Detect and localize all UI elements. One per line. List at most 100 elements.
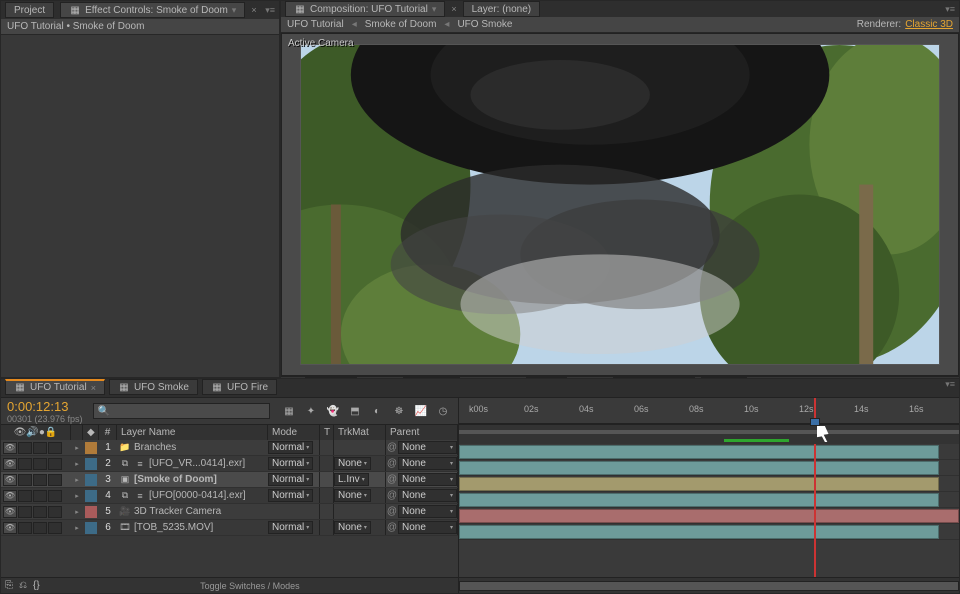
composition-tab[interactable]: ▦ Composition: UFO Tutorial ▾ (285, 1, 445, 17)
parent-dropdown[interactable]: None▾ (398, 473, 457, 486)
layer-bar[interactable] (459, 525, 939, 539)
lock-toggle[interactable] (48, 490, 62, 502)
lock-toggle[interactable] (48, 506, 62, 518)
switches-icon[interactable]: ⎌ (19, 580, 27, 591)
panel-menu-icon[interactable]: ▾≡ (265, 5, 275, 16)
eye-toggle[interactable]: 👁 (3, 442, 17, 454)
trkmat-dropdown[interactable]: None▾ (334, 521, 371, 534)
work-area-bar[interactable] (459, 424, 959, 444)
twirl-icon[interactable]: ▸ (71, 508, 83, 516)
layer-name[interactable]: 🎞[TOB_5235.MOV] (117, 522, 268, 534)
expand-icon[interactable]: ⎘ (5, 580, 13, 591)
layer-bar[interactable] (459, 493, 939, 507)
layer-row[interactable]: 👁▸5🎥3D Tracker Camera@None▾ (1, 504, 458, 520)
breadcrumb-item[interactable]: Smoke of Doom (365, 19, 437, 30)
timeline-tab[interactable]: ▦ UFO Smoke (109, 379, 198, 395)
label-color[interactable] (85, 458, 97, 470)
breadcrumb-item[interactable]: UFO Tutorial (287, 19, 344, 30)
mode-dropdown[interactable]: Normal▾ (268, 457, 313, 470)
eye-toggle[interactable]: 👁 (3, 474, 17, 486)
solo-toggle[interactable] (33, 490, 47, 502)
pickwhip-icon[interactable]: @ (386, 442, 398, 453)
trkmat-dropdown[interactable]: None▾ (334, 489, 371, 502)
layer-bar[interactable] (459, 445, 939, 459)
eye-toggle[interactable]: 👁 (3, 490, 17, 502)
pickwhip-icon[interactable]: @ (386, 458, 398, 469)
braces-icon[interactable]: {} (33, 580, 40, 591)
current-time[interactable]: 0:00:12:13 (7, 399, 83, 414)
trkmat-dropdown[interactable]: None▾ (334, 457, 371, 470)
parent-dropdown[interactable]: None▾ (398, 489, 457, 502)
lock-toggle[interactable] (48, 474, 62, 486)
layer-name[interactable]: 📁Branches (117, 442, 268, 454)
layer-row[interactable]: 👁▸4⧉≡[UFO[0000-0414].exr]Normal▾None▾@No… (1, 488, 458, 504)
layer-bar[interactable] (459, 477, 939, 491)
eye-toggle[interactable]: 👁 (3, 506, 17, 518)
twirl-icon[interactable]: ▸ (71, 476, 83, 484)
panel-menu-icon[interactable]: ▾≡ (945, 379, 955, 397)
pickwhip-icon[interactable]: @ (386, 522, 398, 533)
eye-toggle[interactable]: 👁 (3, 522, 17, 534)
track-lane[interactable] (459, 476, 959, 492)
layer-bar[interactable] (459, 509, 959, 523)
frame-blend-icon[interactable]: ⬒ (346, 402, 364, 420)
label-color[interactable] (85, 522, 97, 534)
draft-3d-icon[interactable]: ✦ (302, 402, 320, 420)
audio-toggle[interactable] (18, 522, 32, 534)
comp-mini-flowchart-icon[interactable]: ▦ (280, 402, 298, 420)
motion-blur-icon[interactable]: ◐ (368, 402, 386, 420)
pickwhip-icon[interactable]: @ (386, 506, 398, 517)
pickwhip-icon[interactable]: @ (386, 490, 398, 501)
audio-toggle[interactable] (18, 442, 32, 454)
timeline-tab[interactable]: ▦ UFO Tutorial × (5, 379, 105, 395)
pickwhip-icon[interactable]: @ (386, 474, 398, 485)
tab-dropdown-icon[interactable]: ▾ (232, 5, 237, 16)
twirl-icon[interactable]: ▸ (71, 524, 83, 532)
mode-dropdown[interactable]: Normal▾ (268, 489, 313, 502)
timeline-zoom-bar[interactable] (459, 577, 959, 593)
label-color[interactable] (85, 442, 97, 454)
parent-dropdown[interactable]: None▾ (398, 505, 457, 518)
playhead-indicator[interactable] (810, 418, 820, 426)
mode-dropdown[interactable]: Normal▾ (268, 473, 313, 486)
project-tab[interactable]: Project (5, 2, 54, 18)
shy-icon[interactable]: 👻 (324, 402, 342, 420)
twirl-icon[interactable]: ▸ (71, 492, 83, 500)
label-color[interactable] (85, 506, 97, 518)
lock-toggle[interactable] (48, 522, 62, 534)
lock-toggle[interactable] (48, 442, 62, 454)
solo-toggle[interactable] (33, 458, 47, 470)
solo-toggle[interactable] (33, 522, 47, 534)
solo-toggle[interactable] (33, 506, 47, 518)
close-tab-icon[interactable]: × (91, 383, 96, 393)
panel-menu-icon[interactable]: ▾≡ (945, 4, 955, 15)
close-tab-icon[interactable]: × (451, 4, 456, 14)
playhead-line[interactable] (814, 444, 816, 577)
twirl-icon[interactable]: ▸ (71, 444, 83, 452)
solo-toggle[interactable] (33, 474, 47, 486)
tab-dropdown-icon[interactable]: ▾ (432, 4, 437, 15)
track-lane[interactable] (459, 508, 959, 524)
audio-toggle[interactable] (18, 474, 32, 486)
layer-bar[interactable] (459, 461, 939, 475)
label-color[interactable] (85, 474, 97, 486)
layer-row[interactable]: 👁▸1📁BranchesNormal▾@None▾ (1, 440, 458, 456)
layer-name[interactable]: ⧉≡[UFO[0000-0414].exr] (117, 490, 268, 502)
audio-toggle[interactable] (18, 506, 32, 518)
layer-name[interactable]: 🎥3D Tracker Camera (117, 506, 268, 518)
breadcrumb-item[interactable]: UFO Smoke (457, 19, 512, 30)
track-lane[interactable] (459, 444, 959, 460)
renderer-value[interactable]: Classic 3D (905, 19, 953, 30)
time-ruler[interactable]: k00s 02s 04s 06s 08s 10s 12s 14s 16s (459, 398, 959, 424)
parent-dropdown[interactable]: None▾ (398, 441, 457, 454)
layer-name[interactable]: ▣[Smoke of Doom] (117, 474, 268, 486)
track-lane[interactable] (459, 460, 959, 476)
graph-editor-icon[interactable]: 📈 (412, 402, 430, 420)
parent-dropdown[interactable]: None▾ (398, 521, 457, 534)
label-color[interactable] (85, 490, 97, 502)
audio-toggle[interactable] (18, 490, 32, 502)
timeline-tab[interactable]: ▦ UFO Fire (202, 379, 277, 395)
lock-toggle[interactable] (48, 458, 62, 470)
layer-row[interactable]: 👁▸6🎞[TOB_5235.MOV]Normal▾None▾@None▾ (1, 520, 458, 536)
close-tab-icon[interactable]: × (251, 5, 256, 15)
